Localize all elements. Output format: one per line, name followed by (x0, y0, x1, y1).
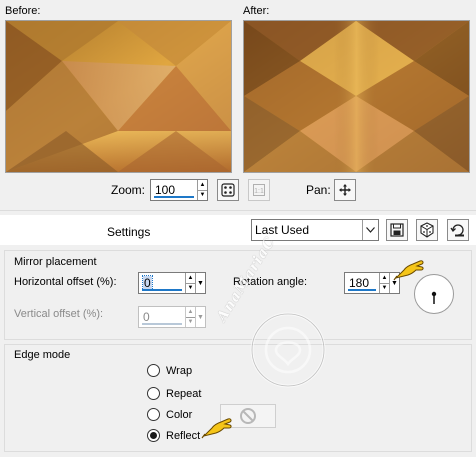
edge-mode-group (4, 344, 472, 452)
save-preset-button[interactable] (386, 219, 408, 241)
preview-toggle-button[interactable] (217, 179, 239, 201)
chevron-down-icon: ▼ (195, 307, 205, 327)
reset-defaults-icon (450, 224, 464, 237)
preview-toggle-icon (221, 183, 235, 197)
zoom-fit-button[interactable]: 1:1 (248, 179, 270, 201)
chevron-down-icon[interactable] (362, 220, 378, 240)
radio-label-repeat: Repeat (166, 387, 202, 400)
zoom-label: Zoom: (111, 183, 146, 197)
save-preset-icon (390, 223, 404, 237)
mirror-placement-title: Mirror placement (14, 256, 97, 268)
after-label: After: (243, 5, 270, 17)
reset-defaults-button[interactable] (447, 219, 469, 241)
spin-down-icon: ▼ (186, 316, 195, 328)
after-preview[interactable] (243, 20, 470, 173)
horizontal-offset-spinner[interactable]: ▲ ▼ (185, 273, 195, 293)
pointer-hand-icon (201, 418, 232, 439)
radio-color[interactable] (147, 408, 160, 421)
spin-up-icon[interactable]: ▲ (380, 273, 389, 283)
horizontal-offset-input[interactable]: 0 ▲ ▼ ▼ (138, 272, 206, 294)
divider (0, 210, 476, 211)
before-label: Before: (5, 5, 41, 17)
radio-label-color: Color (166, 408, 193, 421)
spin-up-icon[interactable]: ▲ (186, 273, 195, 283)
rotation-angle-label: Rotation angle: (233, 276, 307, 288)
pan-button[interactable] (334, 179, 356, 201)
spin-up-icon[interactable]: ▲ (198, 180, 207, 190)
vertical-offset-input: 0 ▲ ▼ ▼ (138, 306, 206, 328)
preset-value: Last Used (255, 223, 310, 237)
radio-reflect[interactable] (147, 429, 160, 442)
rotation-angle-spinner[interactable]: ▲ ▼ (379, 273, 389, 293)
spin-down-icon[interactable]: ▼ (198, 189, 207, 201)
radio-repeat[interactable] (147, 387, 160, 400)
horizontal-offset-label: Horizontal offset (%): (14, 276, 117, 288)
edge-mode-option-repeat[interactable]: Repeat (147, 387, 201, 400)
radio-label-reflect: Reflect (166, 429, 201, 442)
vertical-offset-spinner: ▲ ▼ (185, 307, 195, 327)
edge-mode-option-color[interactable]: Color (147, 408, 192, 421)
pan-label: Pan: (306, 183, 331, 197)
zoom-spinner[interactable]: ▲ ▼ (197, 180, 207, 200)
zoom-input[interactable]: 100 ▲ ▼ (150, 179, 208, 201)
spin-up-icon: ▲ (187, 308, 194, 315)
vertical-offset-label: Vertical offset (%): (14, 308, 104, 320)
spin-down-icon[interactable]: ▼ (186, 282, 195, 294)
svg-text:1:1: 1:1 (254, 188, 264, 195)
preset-dropdown[interactable]: Last Used (251, 219, 379, 241)
pan-move-icon (339, 184, 351, 196)
before-preview[interactable] (5, 20, 232, 173)
randomize-dice-icon (420, 222, 434, 238)
pointer-hand-icon (393, 260, 424, 281)
radio-wrap[interactable] (147, 364, 160, 377)
settings-label: Settings (107, 225, 151, 239)
vertical-offset-value: 0 (143, 310, 150, 324)
radio-label-wrap: Wrap (166, 364, 193, 377)
zoom-fit-icon: 1:1 (253, 184, 265, 196)
no-color-icon (240, 408, 256, 424)
edge-mode-option-wrap[interactable]: Wrap (147, 364, 192, 377)
horizontal-offset-value: 0 (142, 275, 153, 291)
randomize-button[interactable] (416, 219, 438, 241)
spin-down-icon[interactable]: ▼ (380, 282, 389, 294)
rotation-angle-value: 180 (349, 276, 370, 290)
zoom-value: 100 (155, 183, 176, 197)
chevron-down-icon[interactable]: ▼ (195, 273, 205, 293)
edge-mode-option-reflect[interactable]: Reflect (147, 429, 200, 442)
edge-mode-title: Edge mode (14, 349, 71, 361)
